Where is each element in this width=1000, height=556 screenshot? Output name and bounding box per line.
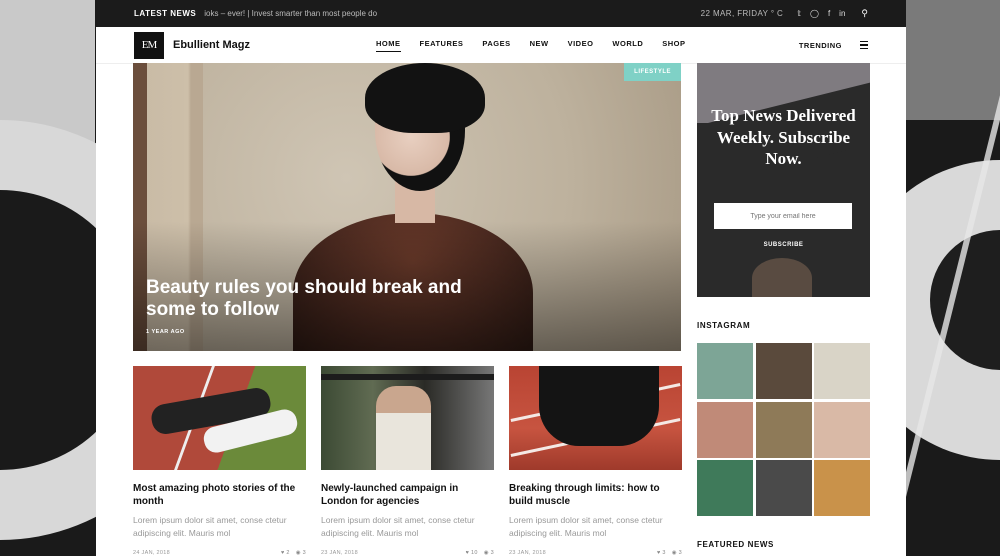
instagram-photo[interactable] (755, 460, 812, 516)
likes[interactable]: ♥ 2 (281, 550, 290, 556)
comments[interactable]: ◉ 3 (484, 550, 494, 556)
site-name[interactable]: Ebullient Magz (173, 39, 250, 51)
heart-icon: ♥ (280, 550, 285, 556)
subscribe-widget: Top News Delivered Weekly. Subscribe Now… (697, 63, 870, 297)
page: LATEST NEWS ioks – ever! | Invest smarte… (96, 0, 906, 556)
article-meta: 23 JAN, 2018 ♥ 3 ◉ 3 (509, 550, 682, 556)
article-thumbnail[interactable] (133, 366, 306, 470)
trending-link[interactable]: TRENDING (799, 41, 842, 50)
subscribe-headline: Top News Delivered Weekly. Subscribe Now… (711, 106, 856, 168)
comments[interactable]: ◉ 3 (672, 550, 682, 556)
comment-icon: ◉ (671, 550, 677, 556)
article-date: 23 JAN, 2018 (321, 550, 358, 556)
featured-news-heading: FEATURED NEWS (697, 540, 774, 549)
social-links: 𝕥 ◯ f in (797, 9, 845, 18)
date-weather: 22 MAR, FRIDAY ° C (700, 9, 784, 18)
hero-time: 1 YEAR AGO (146, 329, 185, 335)
article-excerpt: Lorem ipsum dolor sit amet, conse ctetur… (133, 515, 287, 538)
instagram-photo[interactable] (814, 460, 870, 516)
logo[interactable]: EM (134, 31, 164, 59)
nav-shop[interactable]: SHOP (662, 39, 685, 52)
comments[interactable]: ◉ 3 (296, 550, 306, 556)
article-excerpt: Lorem ipsum dolor sit amet, conse ctetur… (321, 515, 475, 538)
instagram-photo[interactable] (814, 343, 870, 399)
instagram-photo[interactable] (697, 460, 753, 516)
twitter-icon[interactable]: 𝕥 (797, 9, 801, 18)
article-card[interactable]: Most amazing photo stories of the month … (133, 366, 306, 556)
comment-icon: ◉ (295, 550, 301, 556)
heart-icon: ♥ (656, 550, 661, 556)
instagram-photo[interactable] (755, 401, 812, 458)
article-meta: 23 JAN, 2018 ♥ 10 ◉ 3 (321, 550, 494, 556)
article-excerpt: Lorem ipsum dolor sit amet, conse ctetur… (509, 515, 663, 538)
article-thumbnail[interactable] (509, 366, 682, 470)
instagram-icon[interactable]: ◯ (810, 9, 819, 18)
latest-news-label: LATEST NEWS (134, 9, 197, 18)
top-bar: LATEST NEWS ioks – ever! | Invest smarte… (96, 0, 906, 27)
site-header: EM Ebullient Magz HOME FEATURES PAGES NE… (96, 27, 906, 64)
linkedin-icon[interactable]: in (839, 9, 845, 18)
instagram-photo[interactable] (814, 401, 870, 458)
main-nav: HOME FEATURES PAGES NEW VIDEO WORLD SHOP (376, 39, 686, 52)
nav-pages[interactable]: PAGES (482, 39, 510, 52)
category-badge[interactable]: LIFESTYLE (624, 63, 681, 81)
nav-world[interactable]: WORLD (612, 39, 643, 52)
instagram-heading: INSTAGRAM (697, 321, 751, 330)
news-ticker[interactable]: ioks – ever! | Invest smarter than most … (204, 9, 424, 18)
subscribe-button[interactable]: SUBSCRIBE (697, 242, 870, 248)
instagram-photo[interactable] (697, 401, 753, 458)
facebook-icon[interactable]: f (828, 9, 830, 18)
article-card[interactable]: Newly-launched campaign in London for ag… (321, 366, 494, 556)
article-thumbnail[interactable] (321, 366, 494, 470)
article-card[interactable]: Breaking through limits: how to build mu… (509, 366, 682, 556)
likes[interactable]: ♥ 3 (657, 550, 666, 556)
article-title[interactable]: Most amazing photo stories of the month (133, 483, 306, 508)
article-date: 24 JAN, 2018 (133, 550, 170, 556)
article-date: 23 JAN, 2018 (509, 550, 546, 556)
instagram-photo[interactable] (697, 343, 753, 399)
hero-title[interactable]: Beauty rules you should break and some t… (146, 277, 476, 321)
article-title[interactable]: Newly-launched campaign in London for ag… (321, 483, 494, 508)
article-title[interactable]: Breaking through limits: how to build mu… (509, 483, 682, 508)
comment-icon: ◉ (483, 550, 489, 556)
heart-icon: ♥ (465, 550, 470, 556)
nav-video[interactable]: VIDEO (568, 39, 594, 52)
likes[interactable]: ♥ 10 (466, 550, 478, 556)
hamburger-menu-icon[interactable] (860, 41, 868, 49)
hero-article[interactable]: LIFESTYLE Beauty rules you should break … (133, 63, 681, 351)
nav-new[interactable]: NEW (530, 39, 549, 52)
search-icon[interactable]: ⚲ (861, 8, 868, 19)
nav-home[interactable]: HOME (376, 39, 401, 52)
instagram-grid (697, 343, 870, 516)
nav-features[interactable]: FEATURES (420, 39, 464, 52)
instagram-photo[interactable] (755, 343, 812, 399)
article-meta: 24 JAN, 2018 ♥ 2 ◉ 3 (133, 550, 306, 556)
email-field[interactable] (714, 203, 852, 229)
